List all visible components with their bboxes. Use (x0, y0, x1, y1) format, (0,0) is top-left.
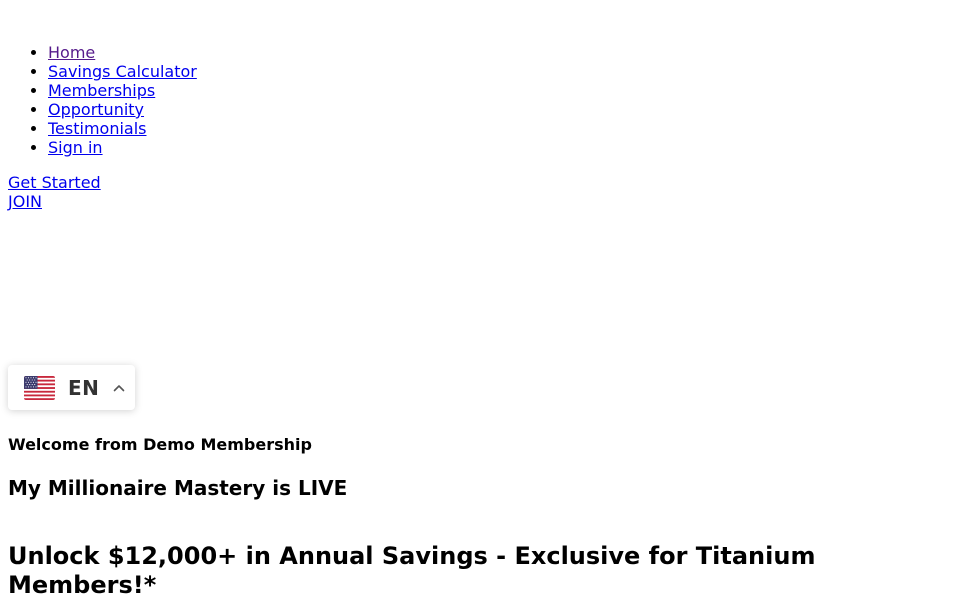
us-flag-icon (24, 375, 55, 400)
nav-item-memberships: Memberships (48, 81, 952, 100)
nav-link-home[interactable]: Home (48, 43, 95, 62)
language-code: EN (68, 375, 100, 400)
nav-link-savings-calculator[interactable]: Savings Calculator (48, 62, 197, 81)
page: Home Savings Calculator Memberships Oppo… (0, 0, 960, 600)
savings-heading: Unlock $12,000+ in Annual Savings - Excl… (8, 542, 816, 599)
chevron-up-icon (114, 384, 125, 391)
live-heading: My Millionaire Mastery is LIVE (8, 476, 348, 500)
get-started-link[interactable]: Get Started (8, 173, 101, 192)
nav-item-opportunity: Opportunity (48, 100, 952, 119)
nav-link-memberships[interactable]: Memberships (48, 81, 155, 100)
nav-item-sign-in: Sign in (48, 138, 952, 157)
nav-item-testimonials: Testimonials (48, 119, 952, 138)
cta-links: Get Started JOIN (8, 173, 952, 211)
welcome-heading: Welcome from Demo Membership (8, 435, 312, 454)
nav-item-home: Home (48, 43, 952, 62)
nav-link-opportunity[interactable]: Opportunity (48, 100, 144, 119)
nav-item-savings-calculator: Savings Calculator (48, 62, 952, 81)
nav-link-testimonials[interactable]: Testimonials (48, 119, 147, 138)
nav-link-sign-in[interactable]: Sign in (48, 138, 103, 157)
language-switcher[interactable]: EN (8, 365, 135, 410)
main-navigation: Home Savings Calculator Memberships Oppo… (8, 0, 952, 157)
join-link[interactable]: JOIN (8, 192, 42, 211)
